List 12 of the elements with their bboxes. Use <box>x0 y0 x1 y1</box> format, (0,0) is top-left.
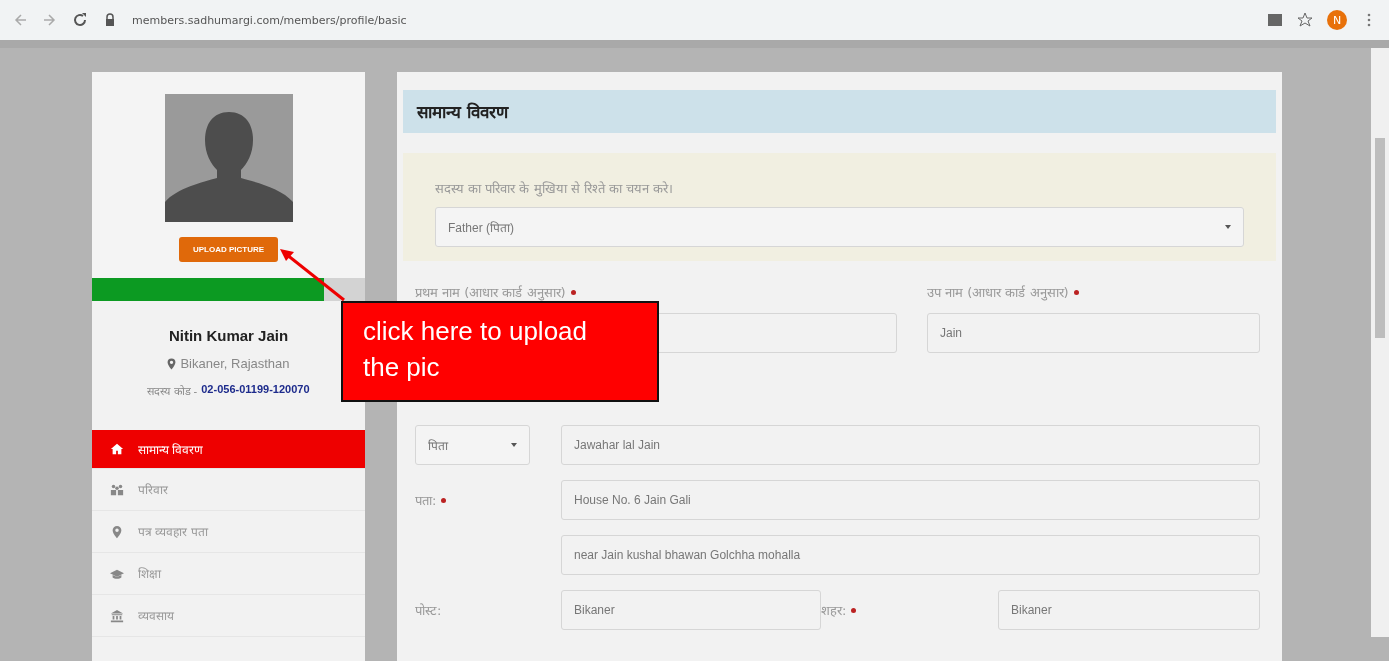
member-location: Bikaner, Rajasthan <box>180 356 290 371</box>
field-label: सदस्य का परिवार के मुखिया से रिश्ते का चयन करे। <box>435 180 675 197</box>
member-code-label: सदस्य कोड - <box>147 384 198 398</box>
member-code: 02-056-01199-120070 <box>201 383 310 397</box>
field-label: पता: <box>415 492 437 509</box>
field-label: उप नाम (आधार कार्ड अनुसार) <box>927 284 1069 301</box>
callout-tooltip: click here to upload the pic <box>341 301 659 402</box>
section-header: सामान्य विवरण <box>403 90 1276 133</box>
field-label: शहर: <box>821 602 847 619</box>
field-label: प्रथम नाम (आधार कार्ड अनुसार) <box>415 284 566 301</box>
member-name: Nitin Kumar Jain <box>168 327 289 344</box>
field-label: पोस्ट: <box>415 602 442 619</box>
